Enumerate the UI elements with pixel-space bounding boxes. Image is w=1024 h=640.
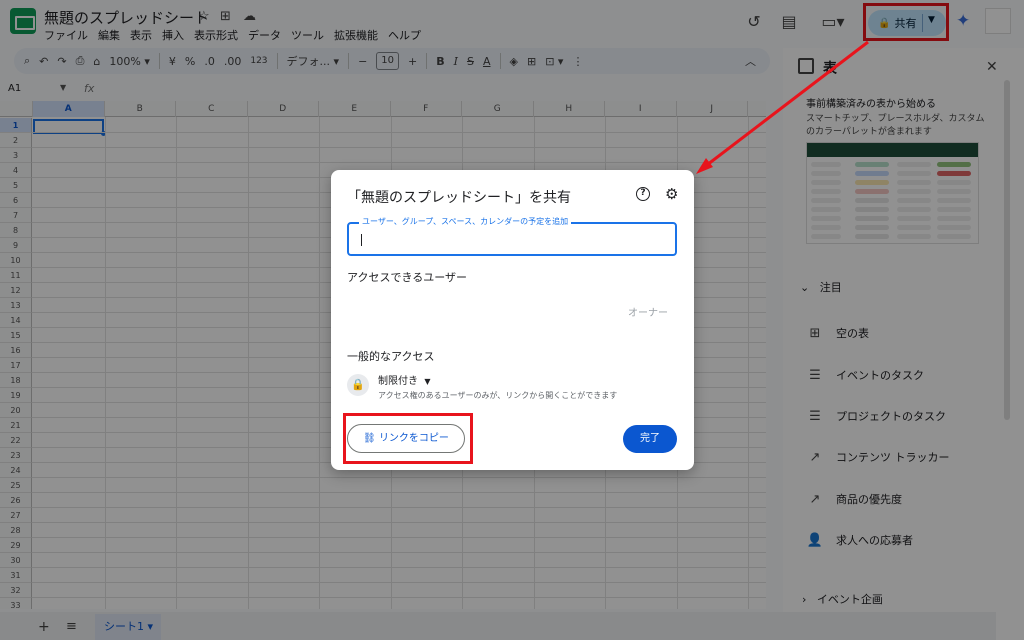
done-button[interactable]: 完了 bbox=[623, 425, 677, 453]
access-users-heading: アクセスできるユーザー bbox=[347, 271, 468, 284]
chevron-down-icon: ▼ bbox=[424, 377, 431, 386]
general-access-description: アクセス権のあるユーザーのみが、リンクから開くことができます bbox=[378, 391, 618, 400]
lock-icon: 🔒 bbox=[347, 374, 369, 396]
general-access-select[interactable]: 制限付き ▼ bbox=[378, 372, 431, 387]
annotation-highlight-copy-link bbox=[343, 413, 473, 464]
help-icon[interactable]: ? bbox=[636, 187, 650, 201]
add-people-input[interactable]: ユーザー、グループ、スペース、カレンダーの予定を追加 bbox=[347, 216, 677, 256]
add-people-input-label: ユーザー、グループ、スペース、カレンダーの予定を追加 bbox=[359, 216, 572, 227]
gear-icon[interactable]: ⚙ bbox=[665, 185, 678, 203]
general-access-heading: 一般的なアクセス bbox=[347, 350, 435, 363]
owner-role-label: オーナー bbox=[628, 308, 668, 319]
text-caret bbox=[361, 234, 362, 246]
dialog-title: 「無題のスプレッドシート」を共有 bbox=[347, 190, 571, 206]
